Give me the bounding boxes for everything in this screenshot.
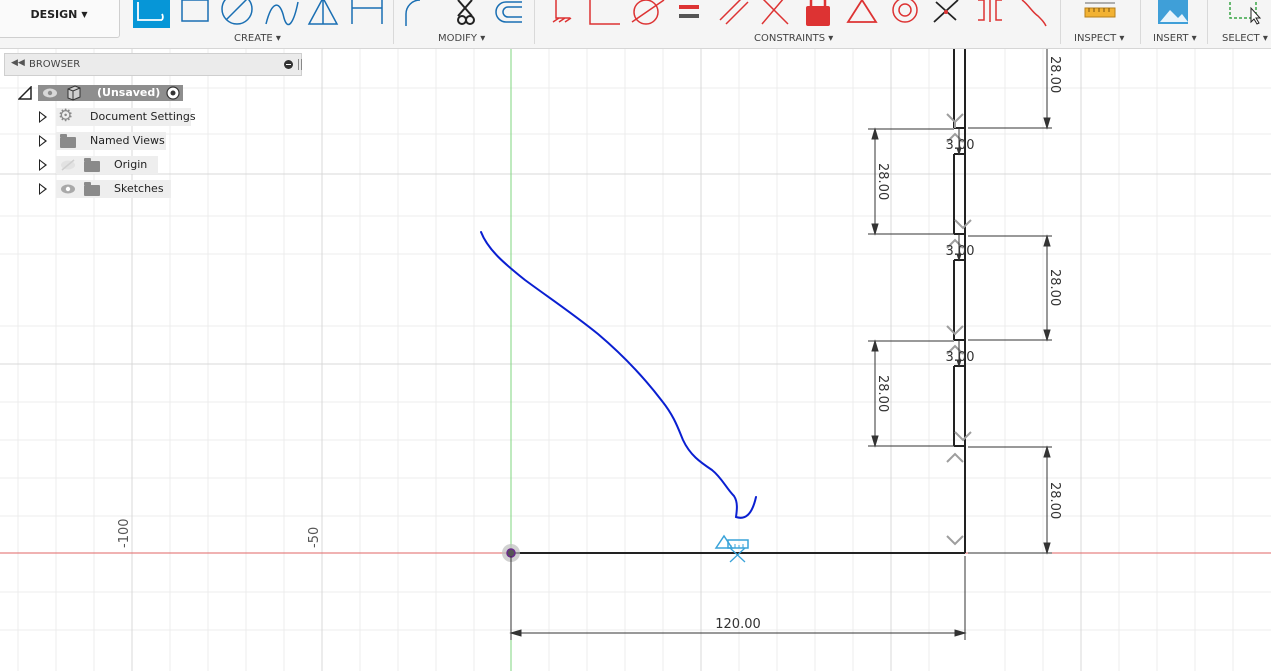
perpendicular-constraint-tool-icon[interactable] xyxy=(589,0,620,25)
expand-triangle-icon[interactable] xyxy=(39,183,47,195)
browser-item-label: Sketches xyxy=(114,182,164,195)
collapse-panel-icon[interactable]: ◀◀ xyxy=(11,58,25,68)
equal-constraint-icon[interactable] xyxy=(679,5,699,18)
browser-item-label: Document Settings xyxy=(90,110,196,123)
pin-panel-icon[interactable] xyxy=(298,59,302,70)
polygon-tool-icon[interactable] xyxy=(307,0,339,25)
browser-item-named-views[interactable]: Named Views xyxy=(36,132,196,150)
trim-scissors-icon[interactable] xyxy=(457,0,475,25)
lock-icon[interactable] xyxy=(806,0,830,26)
dimension-text-3-2[interactable]: 3.00 xyxy=(946,244,975,259)
circle-tool-icon[interactable] xyxy=(221,0,253,25)
measure-ruler-icon[interactable] xyxy=(1084,2,1116,18)
create-menu[interactable]: CREATE ▾ xyxy=(234,33,281,44)
folder-icon xyxy=(60,134,76,148)
inspect-menu[interactable]: INSPECT ▾ xyxy=(1074,33,1124,44)
dimension-text-28-l1[interactable]: 28.00 xyxy=(875,163,890,200)
rectangle-tool-icon[interactable] xyxy=(181,0,209,22)
browser-header: ◀◀ BROWSER xyxy=(4,53,302,76)
browser-item-document-settings[interactable]: ⚙ Document Settings xyxy=(36,106,196,126)
eye-hidden-icon[interactable] xyxy=(60,159,76,171)
toolbar: DESIGN ▼ CREATE ▾ MODIFY ▾ CONSTRAINTS ▾… xyxy=(0,0,1271,49)
group-separator xyxy=(1060,0,1061,44)
dimension-text-28-r2[interactable]: 28.00 xyxy=(1047,269,1062,306)
document-name: (Unsaved) xyxy=(97,86,161,99)
dimension-text-28-r3[interactable]: 28.00 xyxy=(1047,482,1062,519)
fix-constraint-icon[interactable] xyxy=(552,0,572,23)
sketch-profile[interactable] xyxy=(511,48,966,554)
line-tool-icon[interactable] xyxy=(133,0,170,28)
dimension-text-28-l2[interactable]: 28.00 xyxy=(875,375,890,412)
group-separator xyxy=(534,0,535,44)
axis-label-minus100: -100 xyxy=(117,518,132,548)
gear-icon: ⚙ xyxy=(58,106,74,126)
expanded-triangle-icon[interactable] xyxy=(18,86,32,100)
curvature-constraint-icon[interactable] xyxy=(1021,0,1047,27)
folder-icon xyxy=(84,158,100,172)
constraints-menu[interactable]: CONSTRAINTS ▾ xyxy=(754,33,833,44)
eye-icon[interactable] xyxy=(60,183,76,195)
component-icon xyxy=(67,85,81,101)
concentric-constraint-icon[interactable] xyxy=(892,0,918,23)
group-separator xyxy=(1207,0,1208,44)
eye-icon[interactable] xyxy=(42,87,58,99)
coincident-constraint-icon[interactable] xyxy=(933,0,959,23)
browser-title: BROWSER xyxy=(29,59,81,70)
insert-image-icon[interactable] xyxy=(1158,0,1188,24)
browser-item-sketches[interactable]: Sketches xyxy=(36,180,196,198)
horizontal-constraint-icon[interactable] xyxy=(714,534,749,563)
activate-radio-icon[interactable] xyxy=(166,86,180,100)
perpendicular-constraint-icons[interactable] xyxy=(946,113,972,546)
select-menu[interactable]: SELECT ▾ xyxy=(1222,33,1268,44)
tangent-constraint-icon[interactable] xyxy=(631,0,665,25)
browser-root-row[interactable]: (Unsaved) xyxy=(18,84,188,102)
axis-label-minus50: -50 xyxy=(307,527,322,548)
expand-triangle-icon[interactable] xyxy=(39,159,47,171)
modify-menu[interactable]: MODIFY ▾ xyxy=(438,33,485,44)
group-separator xyxy=(393,0,394,44)
symmetry-constraint-icon[interactable] xyxy=(978,0,1002,22)
arc-tool-icon[interactable] xyxy=(265,1,299,26)
group-separator xyxy=(1140,0,1141,44)
dimension-vertical-right[interactable] xyxy=(968,48,1052,555)
select-window-icon[interactable] xyxy=(1229,0,1262,25)
dimension-tool-icon[interactable] xyxy=(351,0,383,24)
triangle-constraint-icon[interactable] xyxy=(846,0,878,23)
folder-icon xyxy=(84,182,100,196)
collinear-constraint-icon[interactable] xyxy=(761,0,789,25)
dimension-text-3-3[interactable]: 3.00 xyxy=(946,350,975,365)
minimize-panel-icon[interactable] xyxy=(284,60,293,69)
browser-item-label: Named Views xyxy=(90,134,165,147)
browser-item-origin[interactable]: Origin xyxy=(36,156,196,174)
expand-triangle-icon[interactable] xyxy=(39,135,47,147)
dimension-text-3-1[interactable]: 3.00 xyxy=(946,138,975,153)
browser-item-label: Origin xyxy=(114,158,148,171)
sketch-canvas[interactable]: -100 -50 120.00 28.00 28.00 28.00 28.00 … xyxy=(0,0,1271,671)
dimension-text-120[interactable]: 120.00 xyxy=(715,617,761,632)
offset-tool-icon[interactable] xyxy=(495,1,522,23)
dimension-text-28-r1[interactable]: 28.00 xyxy=(1047,56,1062,93)
fillet-tool-icon[interactable] xyxy=(405,0,421,26)
insert-menu[interactable]: INSERT ▾ xyxy=(1153,33,1197,44)
annotation-stroke xyxy=(480,231,757,519)
parallel-constraint-icon[interactable] xyxy=(719,0,749,25)
expand-triangle-icon[interactable] xyxy=(39,111,47,123)
